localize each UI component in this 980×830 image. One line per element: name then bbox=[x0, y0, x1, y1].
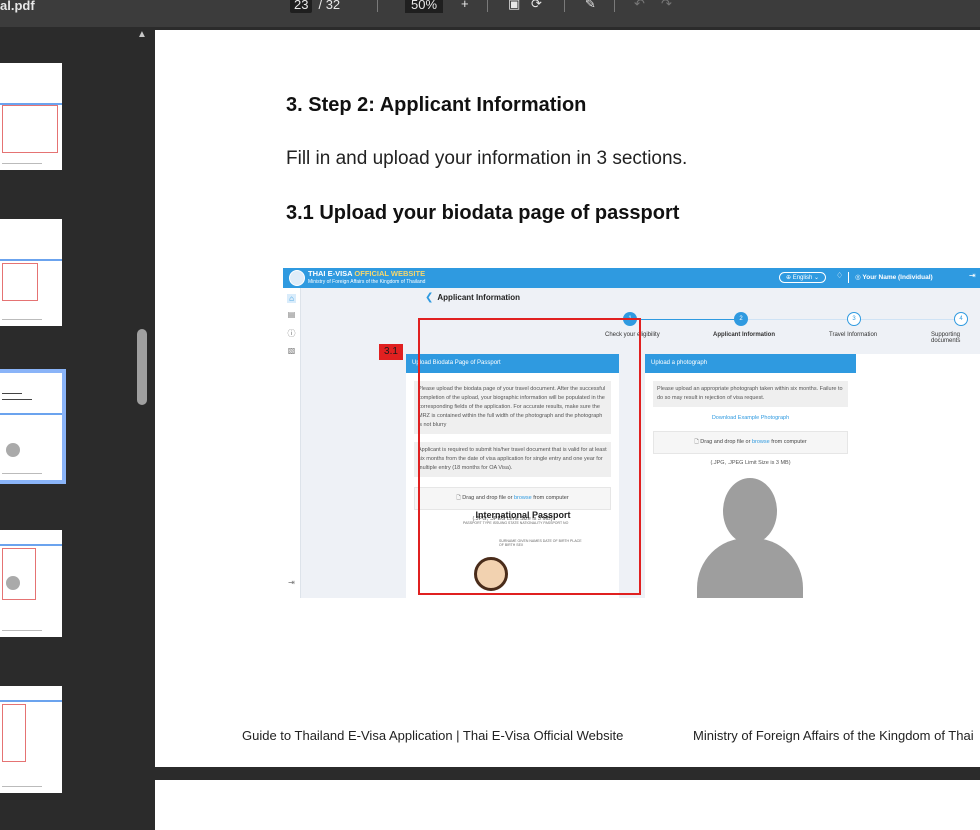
footer-left: Guide to Thailand E-Visa Application | T… bbox=[242, 728, 624, 743]
thumbnail-bar bbox=[0, 413, 62, 415]
page-indicator: 23 / 32 bbox=[290, 0, 340, 13]
site-title: THAI E-VISA OFFICIAL WEBSITE bbox=[308, 269, 425, 278]
bell-icon: ♢ bbox=[836, 271, 844, 280]
site-sidebar: ⌂ ▤ ⓘ ▧ ⇥ bbox=[283, 288, 301, 598]
thumbnail-highlight bbox=[2, 704, 26, 762]
applicant-info-title: ❮ Applicant Information bbox=[425, 292, 520, 303]
site-title-accent: OFFICIAL WEBSITE bbox=[354, 269, 426, 278]
step-circle-3: 3 bbox=[847, 312, 861, 326]
header-divider bbox=[848, 272, 849, 283]
pdf-toolbar: al.pdf 23 / 32 50% + ▣ ⟳ ✎ ↶ ↷ bbox=[0, 0, 980, 27]
applicant-info-label: Applicant Information bbox=[437, 293, 521, 302]
step-label-4: Supporting documents bbox=[931, 332, 961, 344]
toolbar-divider bbox=[564, 0, 565, 12]
thumbnail-highlight bbox=[2, 263, 38, 301]
page-subheading: 3.1 Upload your biodata page of passport bbox=[286, 202, 680, 224]
page-thumbnail[interactable] bbox=[0, 63, 62, 170]
photo-panel-title: Upload a photograph bbox=[645, 354, 856, 373]
thumbnail-bar bbox=[0, 544, 62, 546]
thumbnail-person bbox=[6, 576, 20, 590]
silhouette-body bbox=[697, 538, 803, 598]
home-icon: ⌂ bbox=[287, 294, 296, 303]
photo-drop-zone: 🗋 Drag and drop file or browse from comp… bbox=[653, 431, 848, 454]
browse-link: browse bbox=[751, 439, 770, 445]
ministry-logo bbox=[289, 270, 305, 286]
thumbnail-bar bbox=[0, 259, 62, 261]
thumbnail-text bbox=[2, 319, 42, 320]
info-icon: ⓘ bbox=[287, 329, 296, 338]
highlight-box bbox=[418, 318, 641, 595]
thumbnail-highlight bbox=[2, 548, 36, 600]
photo-size-limit: (.JPG, .JPEG Limit Size is 3 MB) bbox=[710, 460, 791, 466]
page-number-input[interactable]: 23 bbox=[290, 0, 313, 13]
page-total: / 32 bbox=[318, 0, 341, 12]
thumbnail-person bbox=[6, 443, 20, 457]
thumbnail-text bbox=[2, 630, 42, 631]
page-gap bbox=[150, 767, 980, 780]
back-chevron-icon: ❮ bbox=[425, 292, 434, 303]
page-thumbnail[interactable] bbox=[0, 686, 62, 793]
thumbnail-bar bbox=[0, 700, 62, 702]
thumbnail-sidebar bbox=[0, 27, 135, 830]
logout-icon: ⇥ bbox=[969, 271, 976, 280]
site-subtitle: Ministry of Foreign Affairs of the Kingd… bbox=[308, 279, 426, 285]
step-label-2: Applicant Information bbox=[713, 332, 775, 338]
thumbnail-text bbox=[2, 473, 42, 474]
site-header: THAI E-VISA OFFICIAL WEBSITE Ministry of… bbox=[283, 268, 980, 288]
thumbnail-text bbox=[2, 393, 22, 394]
scrollbar-thumb[interactable] bbox=[137, 329, 147, 405]
rotate-icon[interactable]: ⟳ bbox=[531, 0, 542, 12]
language-selector: ⊕ English ⌄ bbox=[779, 272, 827, 283]
scroll-up-icon[interactable]: ▲ bbox=[137, 29, 147, 40]
drop-text-suffix: from computer bbox=[769, 439, 807, 445]
file-icon: 🗋 bbox=[694, 439, 699, 445]
step-label-3: Travel Information bbox=[829, 332, 878, 338]
thumbnail-text bbox=[2, 399, 32, 400]
page-thumbnail[interactable] bbox=[0, 219, 62, 326]
page-heading: 3. Step 2: Applicant Information bbox=[286, 94, 587, 116]
document-icon: ▤ bbox=[287, 310, 296, 319]
step-circle-4: 4 bbox=[954, 312, 968, 326]
thumbnail-text bbox=[2, 786, 42, 787]
photo-panel-content: Upload a photograph Please upload an app… bbox=[645, 354, 856, 598]
file-name: al.pdf bbox=[0, 0, 35, 13]
zoom-input[interactable]: 50% bbox=[405, 0, 444, 13]
download-example-link: Download Example Photograph bbox=[711, 415, 790, 421]
fit-page-icon[interactable]: ▣ bbox=[508, 0, 520, 12]
undo-icon[interactable]: ↶ bbox=[634, 0, 645, 12]
thumbnail-scrollbar[interactable]: ▲ bbox=[135, 27, 149, 830]
page-thumbnail[interactable] bbox=[0, 530, 62, 637]
footer-right: Ministry of Foreign Affairs of the Kingd… bbox=[693, 728, 974, 743]
silhouette-head bbox=[723, 478, 777, 544]
site-title-main: THAI E-VISA bbox=[308, 269, 355, 278]
user-name: ◎ Your Name (Individual) bbox=[855, 274, 933, 281]
step-circle-2: 2 bbox=[734, 312, 748, 326]
toolbar-divider bbox=[487, 0, 488, 12]
photo-note: Please upload an appropriate photograph … bbox=[653, 381, 848, 407]
section-marker: 3.1 bbox=[379, 344, 403, 360]
thumbnail-text bbox=[2, 163, 42, 164]
pdf-next-page bbox=[155, 780, 980, 830]
drop-text: Drag and drop file or bbox=[700, 439, 752, 445]
expand-icon: ⇥ bbox=[288, 578, 295, 587]
page-thumbnail-current[interactable] bbox=[0, 369, 66, 484]
language-label: English bbox=[792, 275, 813, 281]
zoom-in-button[interactable]: + bbox=[461, 0, 469, 11]
thumbnail-highlight bbox=[2, 105, 58, 153]
pen-icon[interactable]: ✎ bbox=[585, 0, 596, 12]
page-intro: Fill in and upload your information in 3… bbox=[286, 148, 688, 169]
toolbar-divider bbox=[614, 0, 615, 12]
redo-icon[interactable]: ↷ bbox=[661, 0, 672, 12]
user-label: Your Name (Individual) bbox=[862, 274, 933, 281]
image-icon: ▧ bbox=[287, 346, 296, 355]
toolbar-divider bbox=[377, 0, 378, 12]
